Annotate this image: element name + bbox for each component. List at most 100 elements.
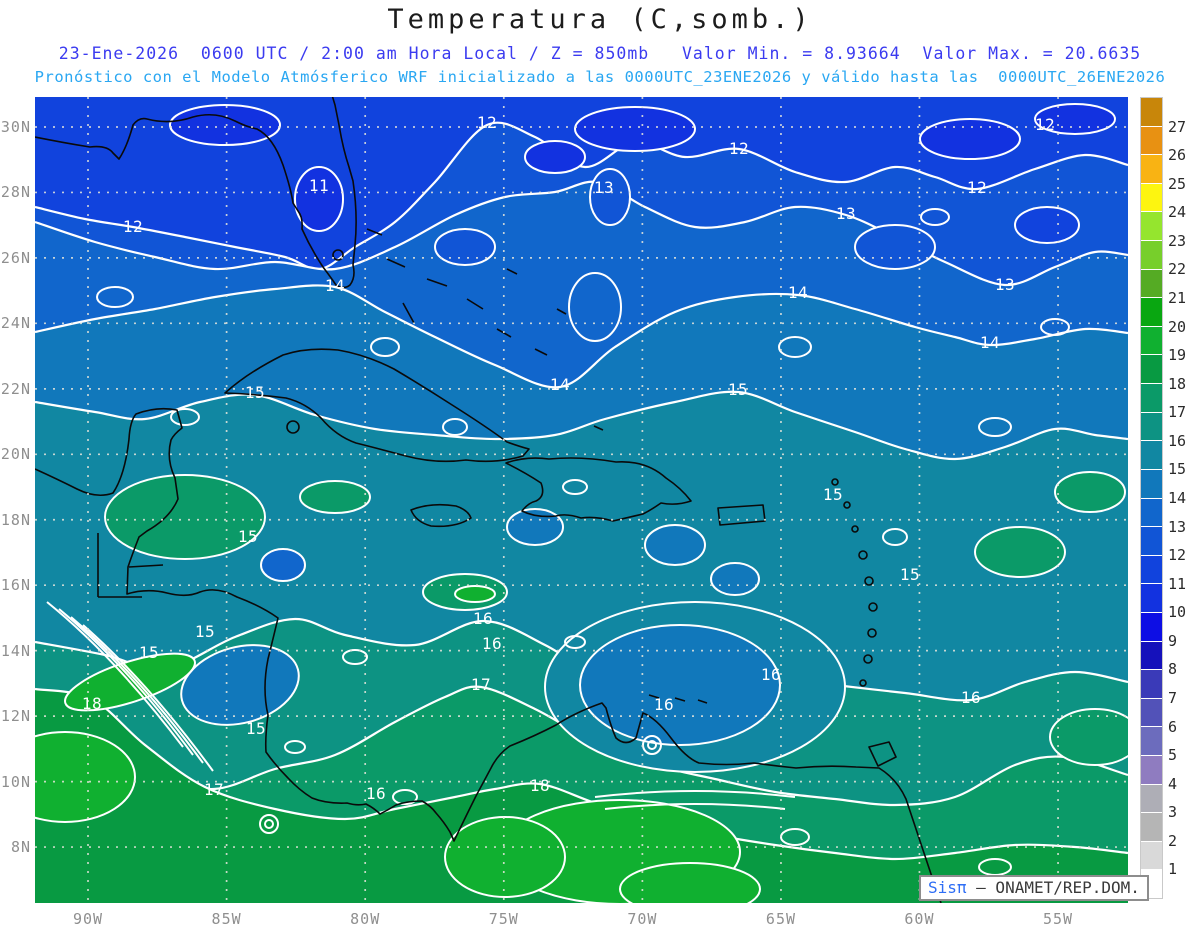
temperature-blob [644,524,706,566]
contour-value-label: 14 [787,283,809,303]
colorbar-tick-label: 8 [1168,660,1178,679]
lat-tick-label: 20N [0,445,31,464]
colorbar-tick-label: 12 [1168,546,1187,565]
temperature-blob [506,508,564,546]
contour-value-label: 17 [470,675,492,695]
colorbar-cell [1141,698,1162,727]
colorbar-cell [1141,98,1162,126]
colorbar-cell [1141,756,1162,784]
colorbar-tick-label: 13 [1168,517,1187,536]
colorbar-cell [1141,612,1162,641]
temperature-blob [854,224,936,270]
contour-value-label: 16 [481,634,503,654]
colorbar-tick-label: 26 [1168,146,1187,165]
contour-value-label: 15 [899,565,921,585]
lat-tick-label: 30N [0,117,31,136]
colorbar-tick-label: 9 [1168,631,1178,650]
temperature-blob [299,480,371,514]
lat-tick-label: 28N [0,183,31,202]
lon-tick-label: 90W [72,910,104,927]
colorbar-tick-label: 17 [1168,403,1187,422]
contour-map-svg [35,97,1128,903]
temperature-blob [454,585,496,603]
temperature-blob [1049,708,1128,766]
lat-tick-label: 8N [10,838,31,857]
temperature-blob [260,548,306,582]
lon-tick-label: 85W [211,910,242,927]
colorbar-tick-label: 16 [1168,431,1187,450]
contour-value-label: 12 [1034,115,1056,135]
contour-map-canvas: 12 12 12 12 11 12 13 13 13 14 14 14 14 15 15 15 15 15 15 15… [1,97,1128,927]
subtitle-model: Pronóstico con el Modelo Atmósferico WRF… [34,68,1166,86]
colorbar-tick-label: 3 [1168,803,1178,822]
contour-value-label: 16 [760,665,782,685]
lon-tick-label: 75W [488,910,519,927]
branding-system-name: Sisπ [928,878,967,897]
temperature-blob [169,104,281,146]
colorbar-tick-label: 11 [1168,574,1187,593]
contour-value-label: 12 [476,113,498,133]
colorbar-tick-label: 2 [1168,831,1178,850]
contour-value-label: 15 [237,527,259,547]
colorbar-cell [1141,813,1162,841]
colorbar-tick-label: 20 [1168,317,1187,336]
temperature-blob [919,118,1021,160]
contour-value-label: 12 [122,217,144,237]
colorbar-cell [1141,412,1162,441]
weather-chart-page: Temperatura (C,somb.) 23-Ene-2026 0600 U… [0,0,1200,927]
lon-tick-label: 65W [765,910,797,927]
colorbar-tick-label: 25 [1168,174,1187,193]
colorbar-tick-label: 19 [1168,346,1187,365]
colorbar-cell [1141,183,1162,212]
colorbar-cell [1141,784,1162,813]
colorbar-tick-label: 27 [1168,117,1187,136]
lon-tick-label: 70W [627,910,658,927]
temperature-blob [524,140,586,174]
colorbar-cell [1141,670,1162,698]
lat-tick-label: 22N [0,379,31,398]
contour-value-label: 18 [81,694,103,714]
colorbar-tick-label: 10 [1168,603,1187,622]
colorbar-cell [1141,155,1162,183]
colorbar-cell [1141,298,1162,326]
contour-value-label: 18 [529,776,551,796]
contour-value-label: 14 [549,375,571,395]
colorbar [1140,97,1163,899]
temperature-blob [710,562,760,596]
colorbar-tick-label: 22 [1168,260,1187,279]
colorbar-cell [1141,269,1162,298]
lat-tick-label: 16N [0,576,31,595]
lat-tick-label: 24N [0,314,31,333]
temperature-blob [1054,471,1126,513]
colorbar-cell [1141,527,1162,555]
colorbar-cell [1141,241,1162,269]
lon-tick-label: 55W [1043,910,1074,927]
colorbar-cell [1141,384,1162,412]
colorbar-tick-label: 5 [1168,746,1178,765]
contour-value-label: 14 [979,333,1001,353]
colorbar-tick-label: 4 [1168,774,1178,793]
colorbar-cell [1141,126,1162,155]
lon-tick-label: 60W [904,910,935,927]
colorbar-cell [1141,326,1162,355]
lat-tick-label: 12N [0,707,31,726]
contour-value-label: 11 [308,176,330,196]
subtitle-validtime: 23-Ene-2026 0600 UTC / 2:00 am Hora Loca… [58,44,1142,63]
colorbar-cell [1141,212,1162,241]
contour-value-label: 15 [822,485,844,505]
contour-value-label: 15 [194,622,216,642]
branding-org-name: – ONAMET/REP.DOM. [966,878,1140,897]
colorbar-cell [1141,727,1162,756]
branding-badge: Sisπ – ONAMET/REP.DOM. [919,875,1149,901]
colorbar-cell [1141,355,1162,384]
colorbar-cell [1141,498,1162,527]
contour-value-label: 15 [244,383,266,403]
colorbar-tick-label: 24 [1168,203,1187,222]
contour-value-label: 16 [653,695,675,715]
contour-value-label: 16 [472,609,494,629]
temperature-blob [579,624,781,746]
contour-value-label: 14 [324,276,346,296]
colorbar-tick-label: 21 [1168,289,1187,307]
contour-value-label: 16 [365,784,387,804]
lat-tick-label: 10N [0,772,31,791]
